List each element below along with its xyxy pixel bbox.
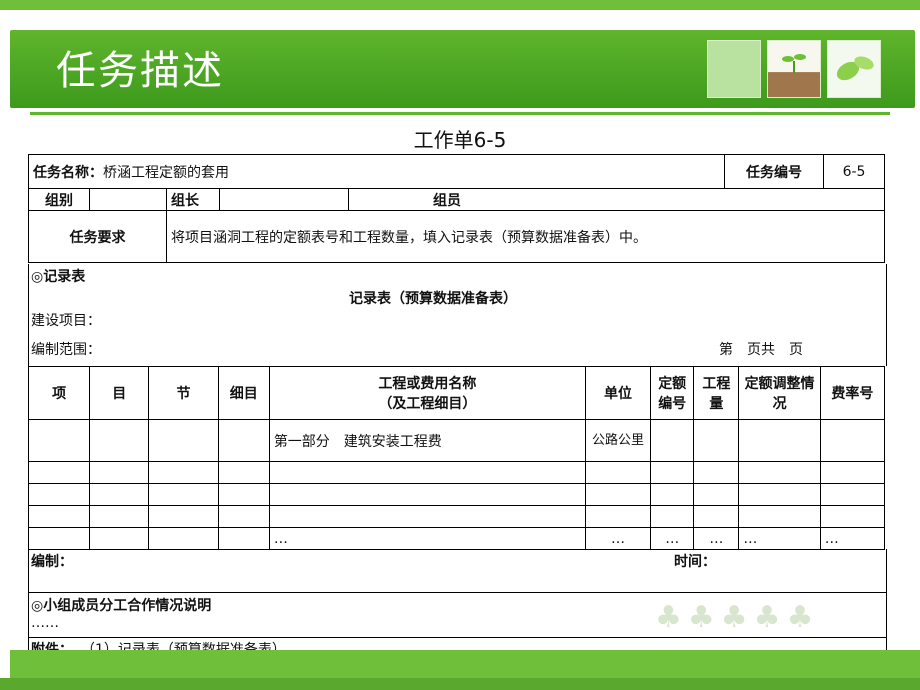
leader-value[interactable] [219,188,349,211]
cooperation-label: ◎小组成员分工合作情况说明 [31,598,212,614]
task-id-value: 6-5 [823,154,885,189]
row-unit: … [584,527,652,550]
worksheet-title: 工作单6-5 [413,128,507,152]
col-rate: 费率号 [819,366,886,420]
record-table: 项 目 节 细目 工程或费用名称 （及工程细目） 单位 定额编号 工程量 定额调… [27,366,886,550]
task-name-value: 桥涵工程定额的套用 [103,164,229,181]
col-qty: 工程量 [693,366,740,420]
task-id-label: 任务编号 [724,154,824,189]
scope-label: 编制范围： [31,342,101,358]
row-unit [584,483,652,506]
row-name [268,483,586,506]
col-xiang: 项 [27,366,91,420]
record-header-block: ◎记录表 记录表（预算数据准备表） 建设项目： 编制范围： 第 页共 页 [28,264,887,366]
page-count-label: 第 页共 页 [719,342,803,358]
project-label: 建设项目： [31,313,101,329]
col-ximu: 细目 [217,366,270,420]
row-name [268,505,586,528]
row-qty: … [693,527,740,550]
record-table-header: 项 目 节 细目 工程或费用名称 （及工程细目） 单位 定额编号 工程量 定额调… [27,366,886,420]
row-unit [584,461,652,484]
table-row [27,483,886,506]
footer-bar [10,650,920,678]
table-row: 第一部分 建筑安装工程费 公路公里 [27,419,886,462]
row-unit: 公路公里 [584,419,652,462]
record-table-title: 记录表（预算数据准备表） [349,291,517,307]
col-adjust: 定额调整情况 [738,366,821,420]
leaf-image [827,40,881,98]
requirement-text: 将项目涵洞工程的定额表号和工程数量，填入记录表（预算数据准备表）中。 [166,210,885,263]
cooperation-ellipsis: …… [31,615,59,631]
col-jie: 节 [148,366,219,420]
col-quota: 定额编号 [650,366,695,420]
col-unit: 单位 [584,366,652,420]
row-rate: … [819,527,886,550]
table-row: … … … … … … [27,527,886,550]
footer-bar-bottom [0,678,920,690]
member-label: 组员 [433,192,461,209]
signoff-block: 编制： 时间： [28,549,887,593]
task-name-label: 任务名称： [33,164,103,181]
col-name: 工程或费用名称 （及工程细目） [268,366,586,420]
row-name: … [268,527,586,550]
table-row [27,461,886,484]
member-cell: 组员 [348,188,885,211]
leader-label: 组长 [166,188,220,211]
task-name-cell: 任务名称：桥涵工程定额的套用 [28,154,725,189]
col-mu: 目 [89,366,150,420]
decor-thumbnail-green [707,40,761,98]
row-name [268,461,586,484]
task-info-table: 任务名称：桥涵工程定额的套用 任务编号 6-5 组别 组长 组员 任务要求 将项… [28,154,885,263]
slide-title: 任务描述 [56,48,224,94]
row-quota: … [650,527,695,550]
header-underline [30,112,890,115]
group-label: 组别 [28,188,90,211]
record-section-label: ◎记录表 [31,269,86,285]
requirement-label: 任务要求 [28,210,167,263]
prepared-by-label: 编制： [31,554,73,570]
row-unit [584,505,652,528]
sprout-image [767,40,821,98]
table-row [27,505,886,528]
group-value[interactable] [89,188,167,211]
row-adjust: … [738,527,821,550]
top-stripe [0,0,920,10]
sprout-watermark-icon: ♣♣♣♣♣ [655,600,820,635]
row-name: 第一部分 建筑安装工程费 [268,419,586,462]
time-label: 时间： [674,554,716,570]
